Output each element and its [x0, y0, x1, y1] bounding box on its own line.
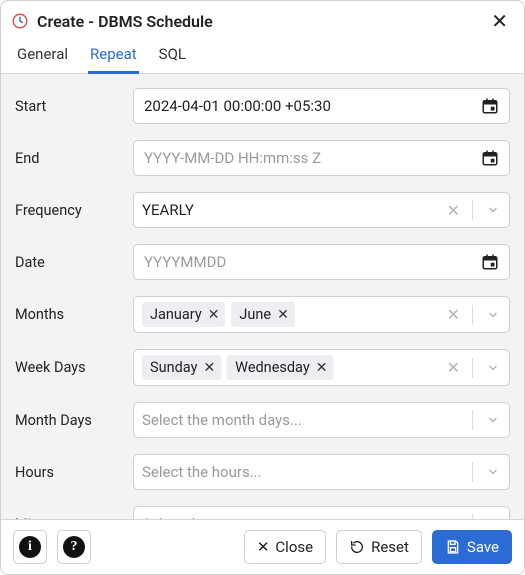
chevron-down-icon[interactable] — [483, 466, 505, 478]
end-input[interactable]: YYYY-MM-DD HH:mm:ss Z — [133, 140, 510, 176]
dialog-title: Create - DBMS Schedule — [37, 12, 479, 31]
chevron-down-icon[interactable] — [483, 362, 505, 374]
chip-weekday: Sunday ✕ — [142, 355, 221, 380]
date-placeholder: YYYYMMDD — [144, 253, 479, 271]
tabs: General Repeat SQL — [1, 39, 524, 74]
row-months: Months January ✕ June ✕ ✕ — [15, 296, 510, 333]
close-icon: ✕ — [257, 538, 270, 556]
chip-weekday: Wednesday ✕ — [227, 355, 333, 380]
chevron-down-icon[interactable] — [483, 414, 505, 426]
months-select[interactable]: January ✕ June ✕ ✕ — [133, 296, 510, 333]
row-end: End YYYY-MM-DD HH:mm:ss Z — [15, 140, 510, 176]
row-weekdays: Week Days Sunday ✕ Wednesday ✕ ✕ — [15, 349, 510, 386]
reset-icon — [349, 539, 365, 555]
monthdays-select[interactable]: Select the month days... — [133, 402, 510, 438]
save-button[interactable]: Save — [432, 530, 512, 564]
label-hours: Hours — [15, 464, 133, 481]
frequency-value: YEARLY — [142, 199, 441, 221]
tab-general[interactable]: General — [15, 39, 70, 74]
start-input[interactable]: 2024-04-01 00:00:00 +05:30 — [133, 88, 510, 124]
hours-placeholder: Select the hours... — [142, 461, 462, 483]
hours-select[interactable]: Select the hours... — [133, 454, 510, 490]
clear-icon[interactable]: ✕ — [445, 201, 462, 220]
chip-remove-icon[interactable]: ✕ — [203, 360, 215, 376]
chip-month: June ✕ — [231, 302, 294, 327]
chip-label: Wednesday — [235, 359, 310, 376]
label-start: Start — [15, 98, 133, 115]
chip-label: January — [150, 306, 202, 323]
label-monthdays: Month Days — [15, 412, 133, 429]
chevron-down-icon[interactable] — [483, 309, 505, 321]
row-date: Date YYYYMMDD — [15, 244, 510, 280]
chip-remove-icon[interactable]: ✕ — [277, 307, 289, 323]
label-frequency: Frequency — [15, 202, 133, 219]
save-icon — [445, 539, 461, 555]
label-end: End — [15, 150, 133, 167]
help-button[interactable]: ? — [57, 530, 91, 564]
monthdays-placeholder: Select the month days... — [142, 409, 462, 431]
close-icon[interactable]: ✕ — [487, 9, 512, 33]
reset-button[interactable]: Reset — [336, 530, 422, 564]
label-weekdays: Week Days — [15, 359, 133, 376]
chip-remove-icon[interactable]: ✕ — [208, 307, 220, 323]
close-button[interactable]: ✕ Close — [244, 530, 326, 564]
row-start: Start 2024-04-01 00:00:00 +05:30 — [15, 88, 510, 124]
close-label: Close — [275, 538, 313, 556]
calendar-icon[interactable] — [479, 253, 501, 271]
start-value: 2024-04-01 00:00:00 +05:30 — [144, 97, 479, 115]
row-monthdays: Month Days Select the month days... — [15, 402, 510, 438]
weekdays-select[interactable]: Sunday ✕ Wednesday ✕ ✕ — [133, 349, 510, 386]
chip-label: Sunday — [150, 359, 197, 376]
row-hours: Hours Select the hours... — [15, 454, 510, 490]
info-icon: i — [19, 536, 41, 558]
date-input[interactable]: YYYYMMDD — [133, 244, 510, 280]
months-chips: January ✕ June ✕ — [142, 300, 441, 329]
dialog: Create - DBMS Schedule ✕ General Repeat … — [0, 0, 525, 575]
titlebar: Create - DBMS Schedule ✕ — [1, 1, 524, 39]
clear-icon[interactable]: ✕ — [445, 358, 462, 377]
clear-icon[interactable]: ✕ — [445, 305, 462, 324]
weekdays-chips: Sunday ✕ Wednesday ✕ — [142, 353, 441, 382]
tab-sql[interactable]: SQL — [157, 39, 188, 74]
form-area: Start 2024-04-01 00:00:00 +05:30 End YYY… — [1, 74, 524, 519]
calendar-icon[interactable] — [479, 97, 501, 115]
chip-month: January ✕ — [142, 302, 225, 327]
info-button[interactable]: i — [13, 530, 47, 564]
label-months: Months — [15, 306, 133, 323]
clock-icon — [11, 12, 29, 30]
calendar-icon[interactable] — [479, 149, 501, 167]
tab-repeat[interactable]: Repeat — [88, 39, 139, 74]
help-icon: ? — [63, 536, 85, 558]
label-date: Date — [15, 254, 133, 271]
chip-remove-icon[interactable]: ✕ — [316, 360, 328, 376]
reset-label: Reset — [371, 538, 409, 556]
row-minutes: Minutes Select the minutes... — [15, 506, 510, 519]
minutes-select[interactable]: Select the minutes... — [133, 506, 510, 519]
frequency-select[interactable]: YEARLY ✕ — [133, 192, 510, 228]
end-placeholder: YYYY-MM-DD HH:mm:ss Z — [144, 149, 479, 167]
footer: i ? ✕ Close Reset Save — [1, 519, 524, 574]
chevron-down-icon[interactable] — [483, 204, 505, 216]
save-label: Save — [467, 538, 499, 556]
row-frequency: Frequency YEARLY ✕ — [15, 192, 510, 228]
chip-label: June — [239, 306, 271, 323]
